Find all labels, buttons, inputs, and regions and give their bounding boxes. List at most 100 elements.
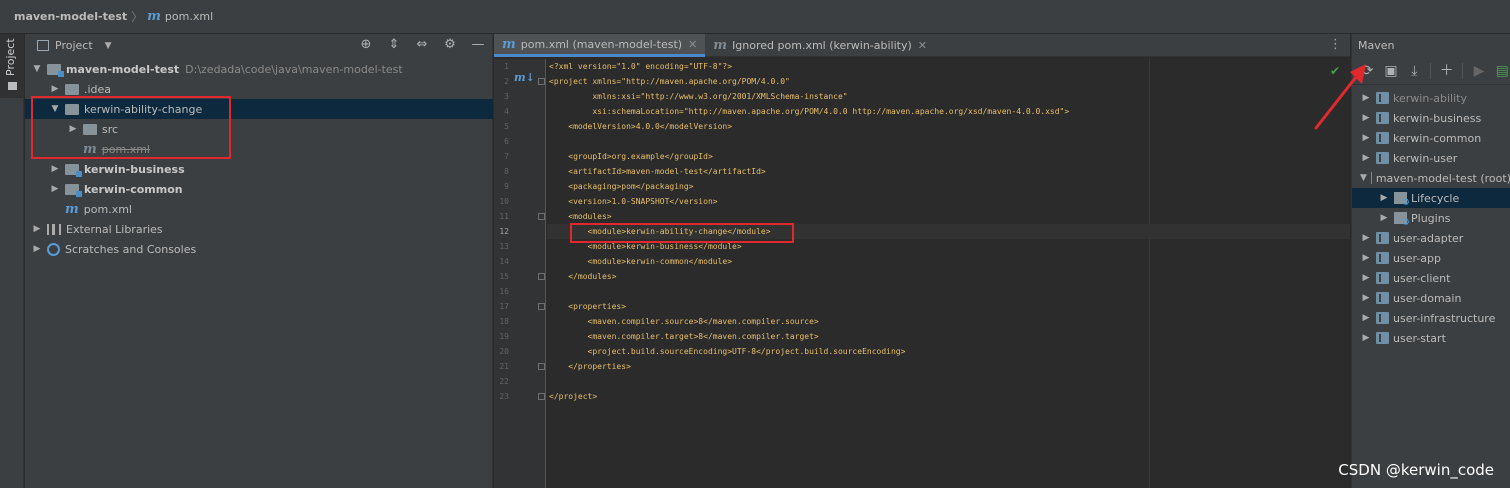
chevron-right-icon[interactable]: ▶ [1360,253,1372,263]
gear-icon[interactable]: ⚙ [442,37,458,53]
maven-gutter-icon[interactable]: m↓ [514,71,535,84]
maven-item-label: kerwin-common [1393,131,1482,145]
line-number: 9 [504,182,509,191]
code-line[interactable]: </properties> [547,359,1350,374]
generate-sources-icon[interactable]: ▣ [1383,63,1398,79]
tree-item-kerwin-common[interactable]: ▶ kerwin-common [25,179,493,199]
breadcrumb-project[interactable]: maven-model-test [14,10,127,23]
chevron-right-icon[interactable]: ▶ [31,224,43,234]
tree-item-external-libraries[interactable]: ▶ External Libraries [25,219,493,239]
code-line[interactable] [547,134,1350,149]
chevron-right-icon[interactable]: ▶ [1360,333,1372,343]
chevron-down-icon[interactable]: ▼ [31,64,43,74]
line-number: 8 [504,167,509,176]
tree-item-pom[interactable]: m pom.xml [25,199,493,219]
close-icon[interactable]: ✕ [918,39,927,52]
code-line[interactable]: </modules> [547,269,1350,284]
minimize-icon[interactable]: — [470,37,486,53]
code-line[interactable]: xsi:schemaLocation="http://maven.apache.… [547,104,1350,119]
add-icon[interactable]: ＋ [1439,63,1454,79]
chevron-right-icon[interactable]: ▶ [31,244,43,254]
code-line[interactable]: <module>kerwin-common</module> [547,254,1350,269]
fold-marker-icon[interactable] [538,78,545,85]
execute-goal-icon[interactable]: ▤ [1495,63,1510,79]
code-line[interactable]: <project xmlns="http://maven.apache.org/… [547,74,1350,89]
code-line[interactable] [547,374,1350,389]
code-line[interactable]: </project> [547,389,1350,404]
tab-label: pom.xml (maven-model-test) [520,37,683,51]
chevron-right-icon[interactable]: ▶ [1360,293,1372,303]
tree-item-kerwin-business[interactable]: ▶ kerwin-business [25,159,493,179]
code-line[interactable]: <project.build.sourceEncoding>UTF-8</pro… [547,344,1350,359]
maven-module-icon [1376,152,1389,164]
code-line[interactable]: <modelVersion>4.0.0</modelVersion> [547,119,1350,134]
close-icon[interactable]: ✕ [688,38,697,51]
code-line[interactable]: <groupId>org.example</groupId> [547,149,1350,164]
chevron-right-icon[interactable]: ▶ [49,84,61,94]
code-line[interactable]: <packaging>pom</packaging> [547,179,1350,194]
run-icon[interactable]: ▶ [1471,63,1486,79]
line-number: 19 [499,332,509,341]
chevron-down-icon[interactable]: ▼ [105,41,112,51]
fold-marker-icon[interactable] [538,393,545,400]
project-tree: ▼ maven-model-test D:\zedada\code\java\m… [25,59,493,259]
maven-item-label: user-adapter [1393,231,1464,245]
maven-item-user-app[interactable]: ▶ user-app [1352,248,1510,268]
project-tool-tab[interactable]: Project [0,34,24,98]
code-line[interactable] [547,284,1350,299]
chevron-right-icon[interactable]: ▶ [1360,273,1372,283]
maven-panel-title[interactable]: Maven [1352,34,1510,57]
project-panel-title[interactable]: Project [55,39,93,52]
maven-item-label: maven-model-test (root) [1375,171,1510,185]
tab-pom-maven-model-test[interactable]: m pom.xml (maven-model-test) ✕ [494,34,706,57]
editor-area: m pom.xml (maven-model-test) ✕ m Ignored… [494,34,1350,488]
more-options-icon[interactable]: ⋮ [1329,37,1342,52]
code-line[interactable]: <modules> [547,209,1350,224]
chevron-right-icon[interactable]: ▶ [1360,233,1372,243]
maven-item-maven-model-test[interactable]: ▼ maven-model-test (root) [1352,168,1510,188]
chevron-right-icon[interactable]: ▶ [1360,313,1372,323]
chevron-right-icon[interactable]: ▶ [1378,213,1390,223]
maven-item-kerwin-user[interactable]: ▶ kerwin-user [1352,148,1510,168]
maven-item-user-domain[interactable]: ▶ user-domain [1352,288,1510,308]
chevron-down-icon[interactable]: ▼ [1360,173,1367,183]
chevron-right-icon[interactable]: ▶ [49,164,61,174]
maven-file-icon: m [147,9,161,24]
breadcrumb-file[interactable]: pom.xml [165,10,213,23]
code-line[interactable]: <artifactId>maven-model-test</artifactId… [547,164,1350,179]
tab-pom-kerwin-ability[interactable]: m Ignored pom.xml (kerwin-ability) ✕ [705,34,935,57]
maven-item-user-client[interactable]: ▶ user-client [1352,268,1510,288]
maven-item-user-adapter[interactable]: ▶ user-adapter [1352,228,1510,248]
chevron-right-icon[interactable]: ▶ [49,184,61,194]
code-line[interactable]: <?xml version="1.0" encoding="UTF-8"?> [547,59,1350,74]
project-window-icon [37,40,49,51]
code-line[interactable]: xmlns:xsi="http://www.w3.org/2001/XMLSch… [547,89,1350,104]
maven-module-icon [1376,272,1389,284]
fold-marker-icon[interactable] [538,273,545,280]
maven-item-label: user-infrastructure [1393,311,1496,325]
maven-item-user-start[interactable]: ▶ user-start [1352,328,1510,348]
locate-icon[interactable]: ⊕ [358,37,374,53]
fold-marker-icon[interactable] [538,303,545,310]
chevron-right-icon[interactable]: ▶ [1360,153,1372,163]
maven-item-user-infrastructure[interactable]: ▶ user-infrastructure [1352,308,1510,328]
code-line[interactable]: <maven.compiler.target>8</maven.compiler… [547,329,1350,344]
fold-marker-icon[interactable] [538,213,545,220]
tree-item-scratches[interactable]: ▶ Scratches and Consoles [25,239,493,259]
maven-module-icon [1376,332,1389,344]
collapse-all-icon[interactable]: ⇔ [414,37,430,53]
maven-item-label: Lifecycle [1411,191,1460,205]
code-line[interactable]: <properties> [547,299,1350,314]
chevron-right-icon[interactable]: ▶ [1378,193,1390,203]
download-icon[interactable]: ⤓ [1407,63,1422,79]
code-line[interactable]: <maven.compiler.source>8</maven.compiler… [547,314,1350,329]
maven-item-plugins[interactable]: ▶ Plugins [1352,208,1510,229]
library-icon [47,223,61,235]
expand-all-icon[interactable]: ⇕ [386,37,402,53]
tree-item-maven-model-test[interactable]: ▼ maven-model-test D:\zedada\code\java\m… [25,59,493,79]
code-line[interactable]: <version>1.0-SNAPSHOT</version> [547,194,1350,209]
maven-module-icon [1376,312,1389,324]
lifecycle-gear-icon [1394,192,1410,208]
fold-marker-icon[interactable] [538,363,545,370]
maven-item-lifecycle[interactable]: ▶ Lifecycle [1352,188,1510,208]
